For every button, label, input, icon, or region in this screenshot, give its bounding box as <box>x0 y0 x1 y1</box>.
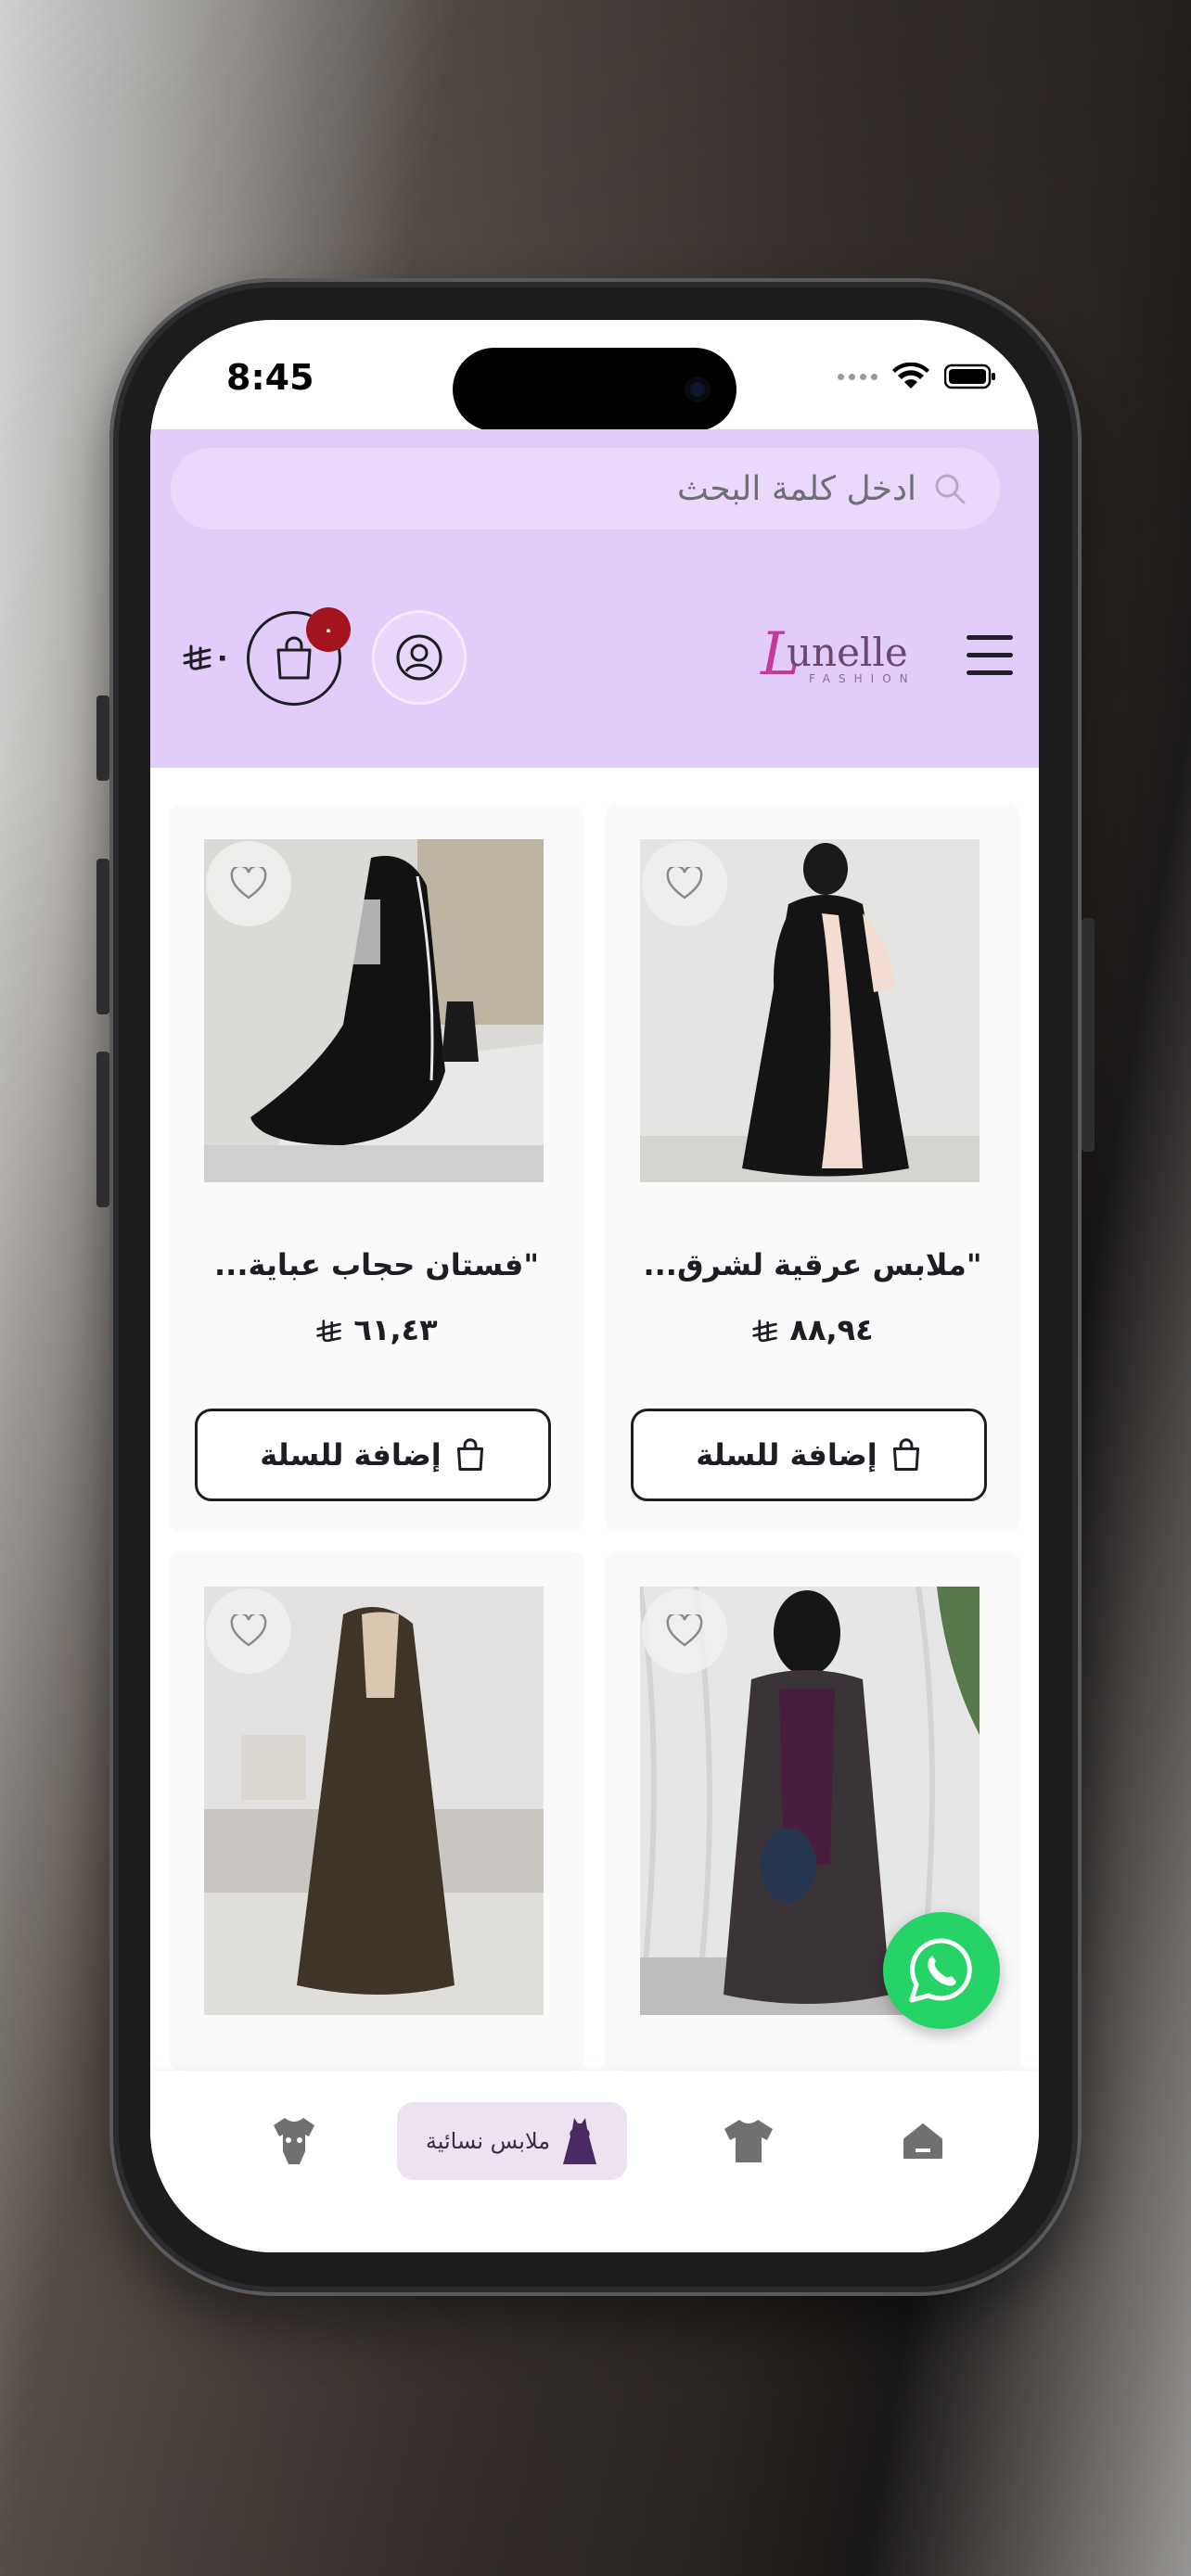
profile-button[interactable] <box>375 613 464 702</box>
shirt-icon <box>724 2120 773 2162</box>
search-placeholder: ادخل كلمة البحث <box>676 469 916 508</box>
brand-logo[interactable]: L unelle FASHION <box>761 620 937 689</box>
nav-women-clothing-label: ملابس نسائية <box>425 2128 551 2154</box>
favorite-button[interactable] <box>642 1588 727 1674</box>
shopping-bag-icon <box>456 1438 483 1471</box>
nav-kids-clothing[interactable] <box>252 2102 336 2180</box>
camera-icon <box>685 376 711 402</box>
heart-icon <box>230 1614 267 1647</box>
product-title[interactable]: "فستان حجاب عباية... <box>169 1247 584 1282</box>
cart-total-value: ٠ <box>213 639 232 674</box>
product-card[interactable]: "ملابس عرقية لشرق... ٨٨,٩٤ إضافة للسلة <box>605 804 1020 1533</box>
status-icons <box>838 363 996 390</box>
volume-down-button <box>96 1052 109 1207</box>
shopping-bag-icon <box>276 636 312 680</box>
wifi-icon <box>892 363 929 389</box>
whatsapp-button[interactable] <box>883 1912 1000 2029</box>
nav-men-clothing[interactable] <box>707 2102 790 2180</box>
volume-up-button <box>96 859 109 1014</box>
add-to-cart-button[interactable]: إضافة للسلة <box>195 1409 551 1501</box>
heart-icon <box>666 867 703 899</box>
dynamic-island <box>453 348 736 431</box>
baby-onesie-icon <box>274 2118 314 2164</box>
product-price: ٦١,٤٣ <box>169 1312 584 1347</box>
battery-icon <box>944 363 995 389</box>
riyal-icon <box>316 1320 342 1343</box>
cart-total: ٠ <box>182 639 232 674</box>
product-title[interactable]: "ملابس عرقية لشرق... <box>605 1247 1020 1282</box>
search-icon <box>935 474 966 504</box>
heart-icon <box>230 867 267 899</box>
riyal-icon <box>183 644 211 670</box>
dress-icon <box>563 2118 597 2164</box>
app-screen: 8:45 ادخل كلمة البحث L unelle FASHION ٠ … <box>150 320 1039 2252</box>
bottom-navigation: ملابس نسائية <box>150 2071 1039 2252</box>
hamburger-menu-icon[interactable] <box>967 635 1013 678</box>
nav-home[interactable] <box>881 2102 965 2180</box>
whatsapp-icon <box>909 1938 972 2003</box>
product-price: ٨٨,٩٤ <box>605 1312 1020 1347</box>
logo-subtext: FASHION <box>809 672 916 685</box>
home-icon <box>903 2123 942 2159</box>
product-price-value: ٨٨,٩٤ <box>789 1312 874 1347</box>
riyal-icon <box>752 1320 778 1343</box>
add-to-cart-label: إضافة للسلة <box>260 1437 442 1473</box>
power-button <box>1082 918 1095 1152</box>
favorite-button[interactable] <box>642 841 727 926</box>
product-image[interactable] <box>204 1587 544 2015</box>
search-input[interactable]: ادخل كلمة البحث <box>171 448 1000 529</box>
action-button <box>96 695 109 781</box>
cellular-signal-icon <box>838 373 877 380</box>
product-card[interactable] <box>169 1551 584 2071</box>
favorite-button[interactable] <box>206 841 291 926</box>
user-icon <box>396 634 442 681</box>
add-to-cart-button[interactable]: إضافة للسلة <box>631 1409 987 1501</box>
shopping-bag-icon <box>892 1438 919 1471</box>
product-card[interactable]: "فستان حجاب عباية... ٦١,٤٣ إضافة للسلة <box>169 804 584 1533</box>
favorite-button[interactable] <box>206 1588 291 1674</box>
cart-count-badge: ٠ <box>306 607 351 652</box>
status-time: 8:45 <box>226 357 314 398</box>
product-price-value: ٦١,٤٣ <box>353 1312 438 1347</box>
app-header: ادخل كلمة البحث L unelle FASHION ٠ ٠ <box>150 429 1039 768</box>
heart-icon <box>666 1614 703 1647</box>
add-to-cart-label: إضافة للسلة <box>696 1437 877 1473</box>
product-image[interactable] <box>204 839 544 1182</box>
nav-women-clothing[interactable]: ملابس نسائية <box>397 2102 627 2180</box>
product-image[interactable] <box>640 839 980 1182</box>
logo-text: unelle <box>787 630 908 675</box>
